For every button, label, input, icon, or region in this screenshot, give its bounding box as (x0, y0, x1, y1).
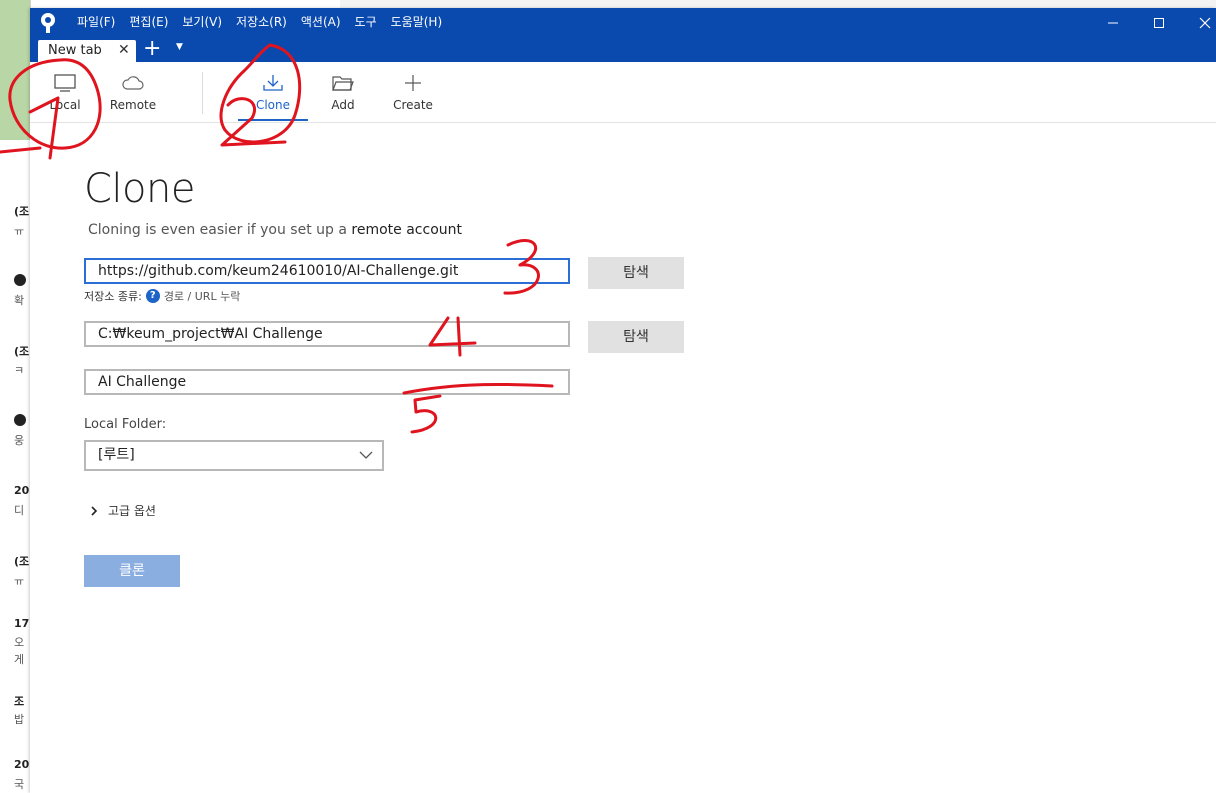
plus-icon (405, 75, 421, 91)
close-icon (1199, 17, 1211, 29)
maximize-button[interactable] (1136, 8, 1182, 38)
menu-actions[interactable]: 액션(A) (294, 8, 348, 38)
bg-row: 17 (14, 617, 30, 630)
toolbar-local-button[interactable]: Local (30, 62, 100, 122)
flag-icon (14, 414, 26, 426)
title-bar: 파일(F) 편집(E) 보기(V) 저장소(R) 액션(A) 도구 도움말(H) (30, 8, 1216, 38)
source-url-input[interactable]: https://github.com/keum24610010/AI-Chall… (84, 258, 570, 284)
bg-row: ㅠ (14, 225, 25, 238)
advanced-options-label: 고급 옵션 (108, 504, 156, 518)
background-image (0, 0, 30, 140)
toolbar: Local Remote Clone Add Create (30, 62, 1216, 123)
bg-row: ㅠ (14, 575, 25, 588)
bg-row: 20 (14, 758, 30, 771)
repo-type-value: 경로 / URL 누락 (163, 290, 241, 303)
repo-type-row: 저장소 종류: ? 경로 / URL 누락 (84, 288, 240, 304)
toolbar-remote-button[interactable]: Remote (98, 62, 168, 122)
toolbar-separator (202, 72, 203, 114)
minimize-button[interactable] (1090, 8, 1136, 38)
local-folder-label: Local Folder: (84, 417, 167, 432)
maximize-icon (1154, 18, 1164, 28)
folder-icon (332, 76, 354, 91)
menu-help[interactable]: 도움말(H) (384, 8, 450, 38)
menu-view[interactable]: 보기(V) (175, 8, 229, 38)
bg-row: 국 (14, 778, 25, 791)
tab-dropdown-icon[interactable]: ▼ (176, 42, 183, 52)
menu-edit[interactable]: 편집(E) (122, 8, 175, 38)
toolbar-local-label: Local (49, 98, 81, 112)
close-window-button[interactable] (1182, 8, 1216, 38)
bg-row: 게 (14, 653, 25, 666)
clone-submit-button[interactable]: 클론 (84, 555, 180, 587)
monitor-icon (54, 74, 76, 92)
tab-new-tab[interactable]: New tab ✕ (38, 40, 136, 62)
toolbar-add-button[interactable]: Add (308, 62, 378, 122)
browse-destination-button[interactable]: 탐색 (588, 321, 684, 353)
flag-icon (14, 274, 26, 286)
bg-row: 조 (14, 695, 25, 708)
bg-row: (조 (14, 555, 30, 568)
advanced-options-toggle[interactable]: 고급 옵션 (90, 502, 156, 519)
background-window: (조 ㅠ 확 (조 ㅋ 웅 20 디 (조 ㅠ 17 오 게 조 밥 20 국 (0, 0, 31, 793)
cloud-icon (122, 76, 144, 90)
bg-row: 밥 (14, 713, 25, 726)
destination-path-input[interactable]: C:₩keum_project₩AI Challenge (84, 321, 570, 347)
add-tab-icon[interactable]: + (143, 38, 161, 60)
local-folder-value: [루트] (98, 447, 135, 463)
bg-row: (조 (14, 345, 30, 358)
repo-type-label: 저장소 종류: (84, 290, 142, 303)
menu-bar: 파일(F) 편집(E) 보기(V) 저장소(R) 액션(A) 도구 도움말(H) (70, 8, 449, 38)
page-title: Clone (84, 166, 195, 212)
tab-label: New tab (48, 43, 102, 58)
chevron-right-icon (91, 505, 98, 516)
download-icon (263, 75, 283, 91)
bg-row: 20 (14, 484, 30, 497)
name-input[interactable]: AI Challenge (84, 369, 570, 395)
background-window-toolbar (340, 0, 1216, 8)
local-folder-select[interactable]: [루트] (84, 440, 384, 471)
toolbar-create-button[interactable]: Create (378, 62, 448, 122)
minimize-icon (1108, 22, 1118, 24)
help-icon[interactable]: ? (145, 289, 160, 303)
bg-row: 웅 (14, 434, 25, 447)
remote-account-link[interactable]: remote account (351, 222, 462, 238)
toolbar-remote-label: Remote (109, 98, 157, 112)
bg-row: 오 (14, 636, 25, 649)
menu-tools[interactable]: 도구 (348, 8, 384, 38)
toolbar-clone-button[interactable]: Clone (238, 62, 308, 122)
page-subtitle: Cloning is even easier if you set up a r… (88, 222, 462, 238)
app-logo-icon (41, 13, 55, 33)
menu-file[interactable]: 파일(F) (70, 8, 122, 38)
browse-source-button[interactable]: 탐색 (588, 257, 684, 289)
chevron-down-icon (359, 451, 373, 459)
tab-close-icon[interactable]: ✕ (118, 42, 130, 58)
toolbar-add-label: Add (331, 98, 355, 112)
subtitle-text: Cloning is even easier if you set up a (88, 222, 352, 238)
bg-row: 디 (14, 504, 25, 517)
toolbar-create-label: Create (393, 98, 433, 112)
bg-row: 확 (14, 294, 25, 307)
toolbar-clone-label: Clone (255, 98, 291, 112)
sourcetree-window: 파일(F) 편집(E) 보기(V) 저장소(R) 액션(A) 도구 도움말(H)… (30, 8, 1216, 793)
bg-row: (조 (14, 205, 30, 218)
bg-row: ㅋ (14, 364, 25, 377)
menu-repository[interactable]: 저장소(R) (229, 8, 294, 38)
tab-strip: New tab ✕ + ▼ (30, 38, 1216, 62)
